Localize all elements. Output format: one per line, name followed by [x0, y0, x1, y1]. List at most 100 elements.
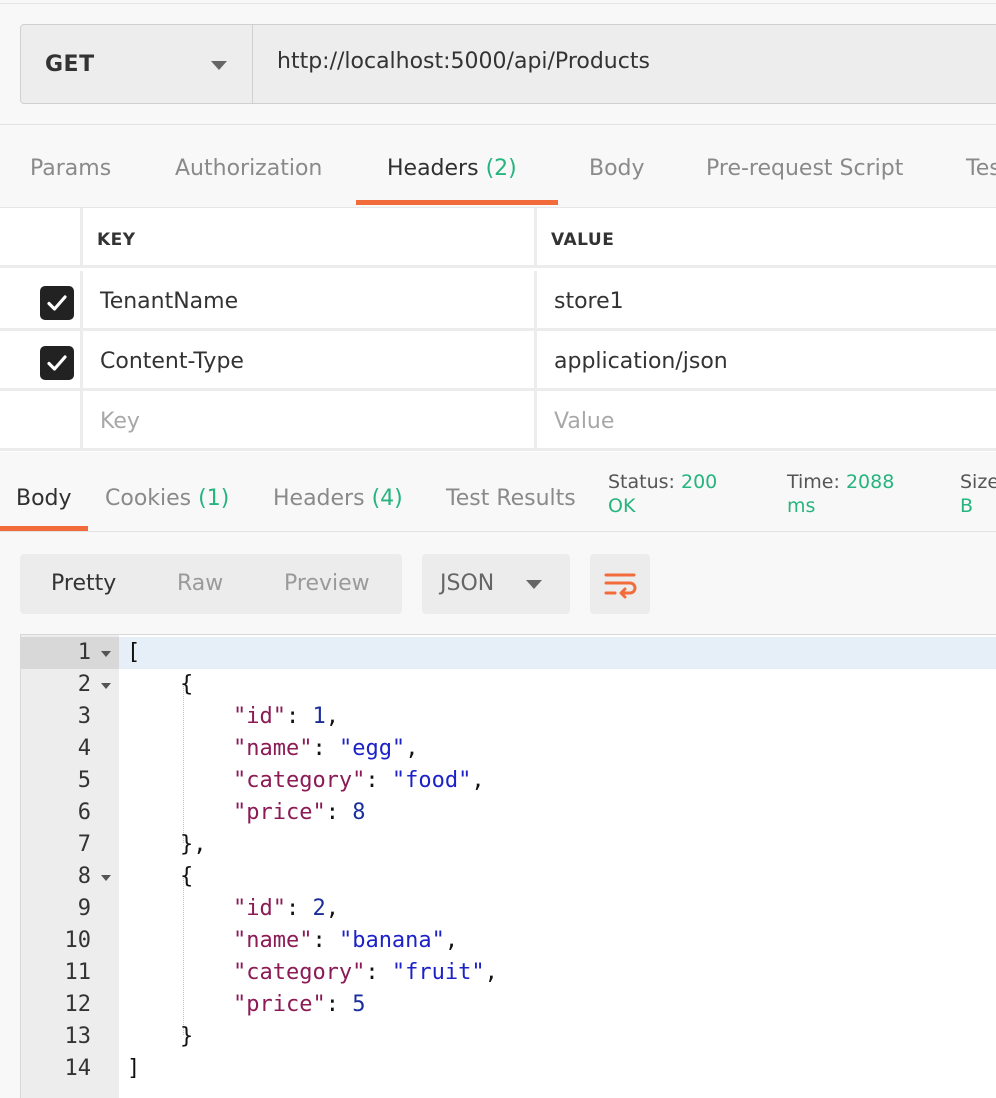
code-line: 2 {: [21, 669, 996, 701]
tab-body[interactable]: Body: [589, 156, 645, 181]
key-input[interactable]: Key: [80, 391, 538, 448]
code-text: [: [127, 640, 141, 665]
json-string: "banana": [338, 928, 445, 953]
table-row: TenantName store1: [0, 271, 996, 331]
value-column-header: VALUE: [534, 208, 996, 265]
chevron-down-icon: [526, 580, 542, 589]
json-key: "category": [232, 960, 366, 985]
format-dropdown[interactable]: JSON: [422, 554, 570, 614]
code-line: 11 "category": "fruit",: [21, 957, 996, 989]
json-number: 5: [352, 992, 366, 1017]
status-code: 200: [681, 471, 718, 493]
key-header-label: KEY: [97, 230, 136, 250]
key-column-header: KEY: [80, 208, 538, 265]
size-readout: Size B: [960, 470, 996, 518]
header-key-text: Content-Type: [100, 349, 244, 374]
json-key: "id": [232, 704, 286, 729]
response-code-editor[interactable]: 1 [ 2 { 3 "id": 1, 4 "name": "egg", 5 "c…: [20, 634, 996, 1098]
code-text: }: [127, 1024, 194, 1049]
url-input[interactable]: http://localhost:5000/api/Products: [277, 49, 650, 74]
checkmark-icon: [47, 355, 67, 371]
code-text: "id": 1,: [232, 704, 339, 729]
tab-headers[interactable]: Headers (2): [387, 156, 517, 181]
code-line: 8 {: [21, 861, 996, 893]
code-line: 7 },: [21, 829, 996, 861]
header-key-text: TenantName: [100, 289, 239, 314]
pretty-button[interactable]: Pretty: [51, 571, 116, 596]
section-gap: [0, 452, 996, 460]
json-key: "name": [232, 928, 313, 953]
value-cell[interactable]: application/json: [534, 331, 996, 388]
tab-params[interactable]: Params: [30, 156, 111, 181]
code-line: 13 }: [21, 1021, 996, 1053]
code-text: "price": 8: [232, 800, 366, 825]
code-line: 3 "id": 1,: [21, 701, 996, 733]
code-text: "category": "fruit",: [232, 960, 498, 985]
time-unit: ms: [787, 495, 816, 517]
line-number: 10: [64, 928, 92, 953]
row-checkbox[interactable]: [40, 346, 74, 380]
tab-response-body[interactable]: Body: [16, 486, 72, 511]
checkmark-icon: [47, 295, 67, 311]
wrap-lines-button[interactable]: [590, 554, 650, 614]
line-number: 7: [77, 832, 91, 857]
size-label: Size: [960, 471, 996, 493]
request-bar: GET http://localhost:5000/api/Products: [20, 24, 996, 104]
tab-headers-label: Headers: [387, 156, 479, 181]
tab-cookies[interactable]: Cookies (1): [105, 486, 229, 511]
status-readout: Status: 200 OK: [608, 470, 717, 518]
code-text: "category": "food",: [232, 768, 485, 793]
table-row-new: Key Value: [0, 391, 996, 451]
code-text: "id": 2,: [232, 896, 339, 921]
fold-arrow-icon[interactable]: [101, 651, 111, 657]
time-readout: Time: 2088 ms: [787, 470, 894, 518]
line-number: 11: [64, 960, 92, 985]
code-line: 9 "id": 2,: [21, 893, 996, 925]
value-header-label: VALUE: [551, 230, 615, 250]
value-cell[interactable]: store1: [534, 271, 996, 328]
code-text: "name": "banana",: [232, 928, 459, 953]
line-number: 14: [64, 1056, 92, 1081]
value-input[interactable]: Value: [534, 391, 996, 448]
code-line: 14 ]: [21, 1053, 996, 1085]
code-line: 4 "name": "egg",: [21, 733, 996, 765]
json-key: "price": [232, 992, 326, 1017]
json-number: 8: [352, 800, 366, 825]
key-cell[interactable]: Content-Type: [80, 331, 538, 388]
active-tab-indicator: [356, 200, 558, 205]
response-tabs: Body Cookies (1) Headers (4) Test Result…: [0, 460, 996, 532]
top-border: [0, 0, 996, 4]
json-key: "price": [232, 800, 326, 825]
tab-cookies-label: Cookies: [105, 486, 192, 511]
fold-arrow-icon[interactable]: [101, 683, 111, 689]
line-number: 9: [77, 896, 91, 921]
tab-response-headers[interactable]: Headers (4): [273, 486, 403, 511]
raw-button[interactable]: Raw: [177, 571, 223, 596]
code-text: {: [127, 672, 194, 697]
line-number: 3: [77, 704, 91, 729]
tab-response-headers-count: (4): [371, 486, 403, 511]
tab-test-results[interactable]: Test Results: [446, 486, 576, 511]
method-label: GET: [45, 52, 95, 77]
fold-arrow-icon[interactable]: [101, 875, 111, 881]
value-placeholder: Value: [554, 409, 615, 434]
tab-tests[interactable]: Tes: [966, 156, 996, 181]
code-line: 6 "price": 8: [21, 797, 996, 829]
header-value-text: application/json: [554, 349, 728, 374]
request-tabs: Params Authorization Headers (2) Body Pr…: [0, 126, 996, 207]
tab-prerequest-script[interactable]: Pre-request Script: [706, 156, 903, 181]
code-line: 5 "category": "food",: [21, 765, 996, 797]
format-label: JSON: [440, 571, 495, 596]
preview-button[interactable]: Preview: [284, 571, 370, 596]
time-value: 2088: [845, 471, 895, 493]
code-line: 12 "price": 5: [21, 989, 996, 1021]
key-cell[interactable]: TenantName: [80, 271, 538, 328]
code-text: {: [127, 864, 194, 889]
method-dropdown[interactable]: GET: [21, 25, 253, 103]
json-number: 2: [312, 896, 326, 921]
json-number: 1: [312, 704, 326, 729]
row-checkbox[interactable]: [40, 286, 74, 320]
tab-headers-count: (2): [485, 156, 517, 181]
code-line: 10 "name": "banana",: [21, 925, 996, 957]
tab-authorization[interactable]: Authorization: [175, 156, 322, 181]
